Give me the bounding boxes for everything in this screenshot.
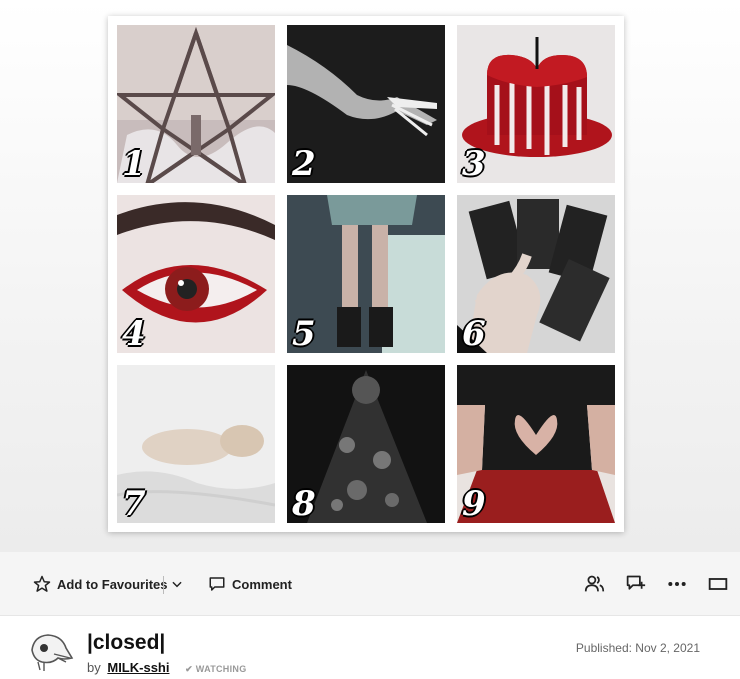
tile-9: 9 bbox=[457, 365, 615, 523]
check-icon: ✔ bbox=[185, 664, 193, 674]
tile-number: 2 bbox=[292, 144, 316, 183]
tile-2: 2 bbox=[287, 25, 445, 183]
comment-icon bbox=[209, 577, 225, 591]
fullscreen-icon bbox=[708, 578, 728, 590]
deviation-title: |closed| bbox=[87, 631, 166, 654]
tile-number: 4 bbox=[122, 314, 146, 353]
tile-3: 3 bbox=[457, 25, 615, 183]
more-icon bbox=[668, 582, 686, 586]
watchers-button[interactable] bbox=[584, 573, 605, 599]
published-date: Published: Nov 2, 2021 bbox=[575, 641, 700, 655]
watching-label: WATCHING bbox=[195, 664, 247, 674]
tile-number: 7 bbox=[122, 484, 146, 523]
comment-label: Comment bbox=[232, 576, 292, 592]
image-viewer: 1 2 3 4 5 6 7 8 9 bbox=[0, 0, 740, 552]
comment-button[interactable]: Comment bbox=[208, 552, 292, 616]
tile-number: 3 bbox=[462, 144, 486, 183]
by-label: by bbox=[87, 660, 101, 675]
fullscreen-button[interactable] bbox=[708, 576, 728, 597]
add-to-favourites-button[interactable]: Add to Favourites bbox=[33, 552, 168, 616]
avatar[interactable] bbox=[28, 628, 74, 674]
people-icon bbox=[584, 575, 605, 592]
tile-8: 8 bbox=[287, 365, 445, 523]
divider bbox=[163, 576, 164, 594]
star-icon bbox=[33, 575, 51, 592]
tile-6: 6 bbox=[457, 195, 615, 353]
moodboard-image[interactable]: 1 2 3 4 5 6 7 8 9 bbox=[108, 16, 624, 532]
action-toolbar: Add to Favourites Comment bbox=[0, 552, 740, 616]
tile-4: 4 bbox=[117, 195, 275, 353]
tile-number: 6 bbox=[462, 314, 486, 353]
more-options-button[interactable] bbox=[667, 575, 687, 598]
tile-number: 9 bbox=[462, 484, 486, 523]
tile-number: 8 bbox=[292, 484, 316, 523]
tile-number: 1 bbox=[122, 144, 146, 183]
tile-1: 1 bbox=[117, 25, 275, 183]
deviation-info: |closed| by MILK-sshi ✔ WATCHING Publish… bbox=[0, 616, 740, 679]
author-link[interactable]: MILK-sshi bbox=[107, 660, 169, 675]
chevron-down-icon bbox=[172, 581, 182, 588]
tile-5: 5 bbox=[287, 195, 445, 353]
tile-7: 7 bbox=[117, 365, 275, 523]
tile-number: 5 bbox=[292, 314, 316, 353]
watching-badge[interactable]: ✔ WATCHING bbox=[185, 664, 246, 674]
byline: by MILK-sshi ✔ WATCHING bbox=[87, 660, 247, 675]
add-to-favourites-label: Add to Favourites bbox=[57, 576, 168, 592]
gift-icon bbox=[626, 575, 646, 590]
favourites-dropdown-button[interactable] bbox=[170, 552, 184, 616]
give-button[interactable] bbox=[625, 573, 646, 599]
